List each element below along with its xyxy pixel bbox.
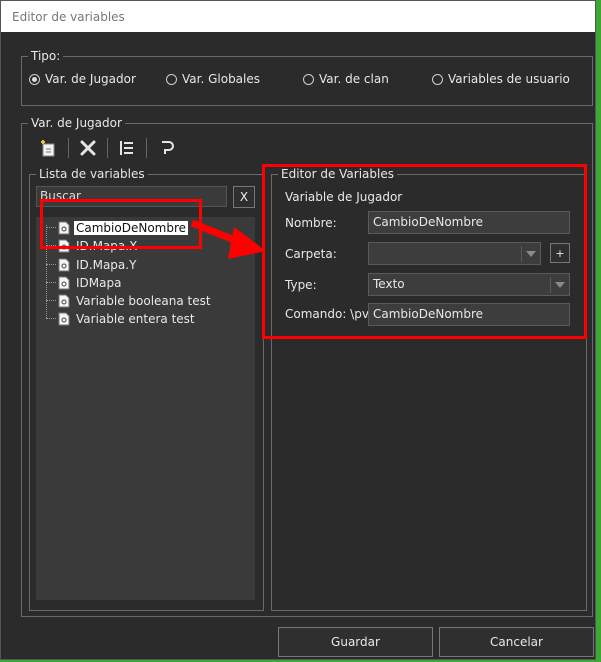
tree-item-label: ID.Mapa.Y xyxy=(76,258,137,272)
radio-label: Var. Globales xyxy=(182,72,261,86)
tree-item-idmapa[interactable]: IDMapa xyxy=(58,275,123,291)
delete-icon[interactable] xyxy=(77,137,99,159)
title-bar: Editor de variables xyxy=(1,1,595,32)
tree-item-id-mapa-y[interactable]: ID.Mapa.Y xyxy=(58,257,138,273)
tree-connector xyxy=(46,318,56,319)
tree-item-variable-entera[interactable]: Variable entera test xyxy=(58,311,197,327)
tree-connector xyxy=(46,264,56,265)
clear-search-button[interactable]: X xyxy=(233,186,255,208)
radio-var-clan[interactable]: Var. de clan xyxy=(303,72,389,86)
radio-variables-usuario[interactable]: Variables de usuario xyxy=(432,72,570,86)
tipo-legend: Tipo: xyxy=(28,48,64,64)
tree-item-variable-booleana[interactable]: Variable booleana test xyxy=(58,293,213,309)
variable-file-icon xyxy=(58,312,70,326)
var-group-legend: Var. de Jugador xyxy=(28,115,125,131)
radio-button[interactable] xyxy=(432,73,443,85)
radio-button[interactable] xyxy=(303,73,314,85)
annotation-arrow-icon xyxy=(190,219,266,259)
variable-tree[interactable]: CambioDeNombre ID.Mapa.X ID.Mapa.Y IDMap… xyxy=(36,217,255,600)
cancel-button[interactable]: Cancelar xyxy=(439,627,594,657)
radio-button[interactable] xyxy=(166,73,177,85)
variable-file-icon xyxy=(58,258,70,272)
tree-item-label: IDMapa xyxy=(76,276,122,290)
window-title: Editor de variables xyxy=(12,10,125,24)
list-icon[interactable] xyxy=(116,137,138,159)
toolbar-separator xyxy=(107,138,108,158)
tree-item-label: Variable booleana test xyxy=(76,294,211,308)
new-variable-icon[interactable] xyxy=(38,137,60,159)
radio-button[interactable] xyxy=(29,73,40,85)
radio-label: Var. de clan xyxy=(319,72,389,86)
toolbar-separator xyxy=(68,138,69,158)
tree-connector xyxy=(46,300,56,301)
highlight-box-selected-item xyxy=(40,199,202,249)
radio-var-globales[interactable]: Var. Globales xyxy=(166,72,260,86)
highlight-box-editor xyxy=(262,164,587,339)
radio-label: Var. de Jugador xyxy=(45,72,136,86)
toolbar xyxy=(38,137,177,159)
save-button[interactable]: Guardar xyxy=(278,627,433,657)
tree-item-label: Variable entera test xyxy=(76,312,195,326)
lista-legend: Lista de variables xyxy=(36,166,148,182)
radio-label: Variables de usuario xyxy=(448,72,570,86)
variable-file-icon xyxy=(58,276,70,290)
variable-file-icon xyxy=(58,294,70,308)
undo-icon[interactable] xyxy=(155,137,177,159)
radio-var-jugador[interactable]: Var. de Jugador xyxy=(29,72,136,86)
toolbar-separator xyxy=(146,138,147,158)
tree-connector xyxy=(46,282,56,283)
